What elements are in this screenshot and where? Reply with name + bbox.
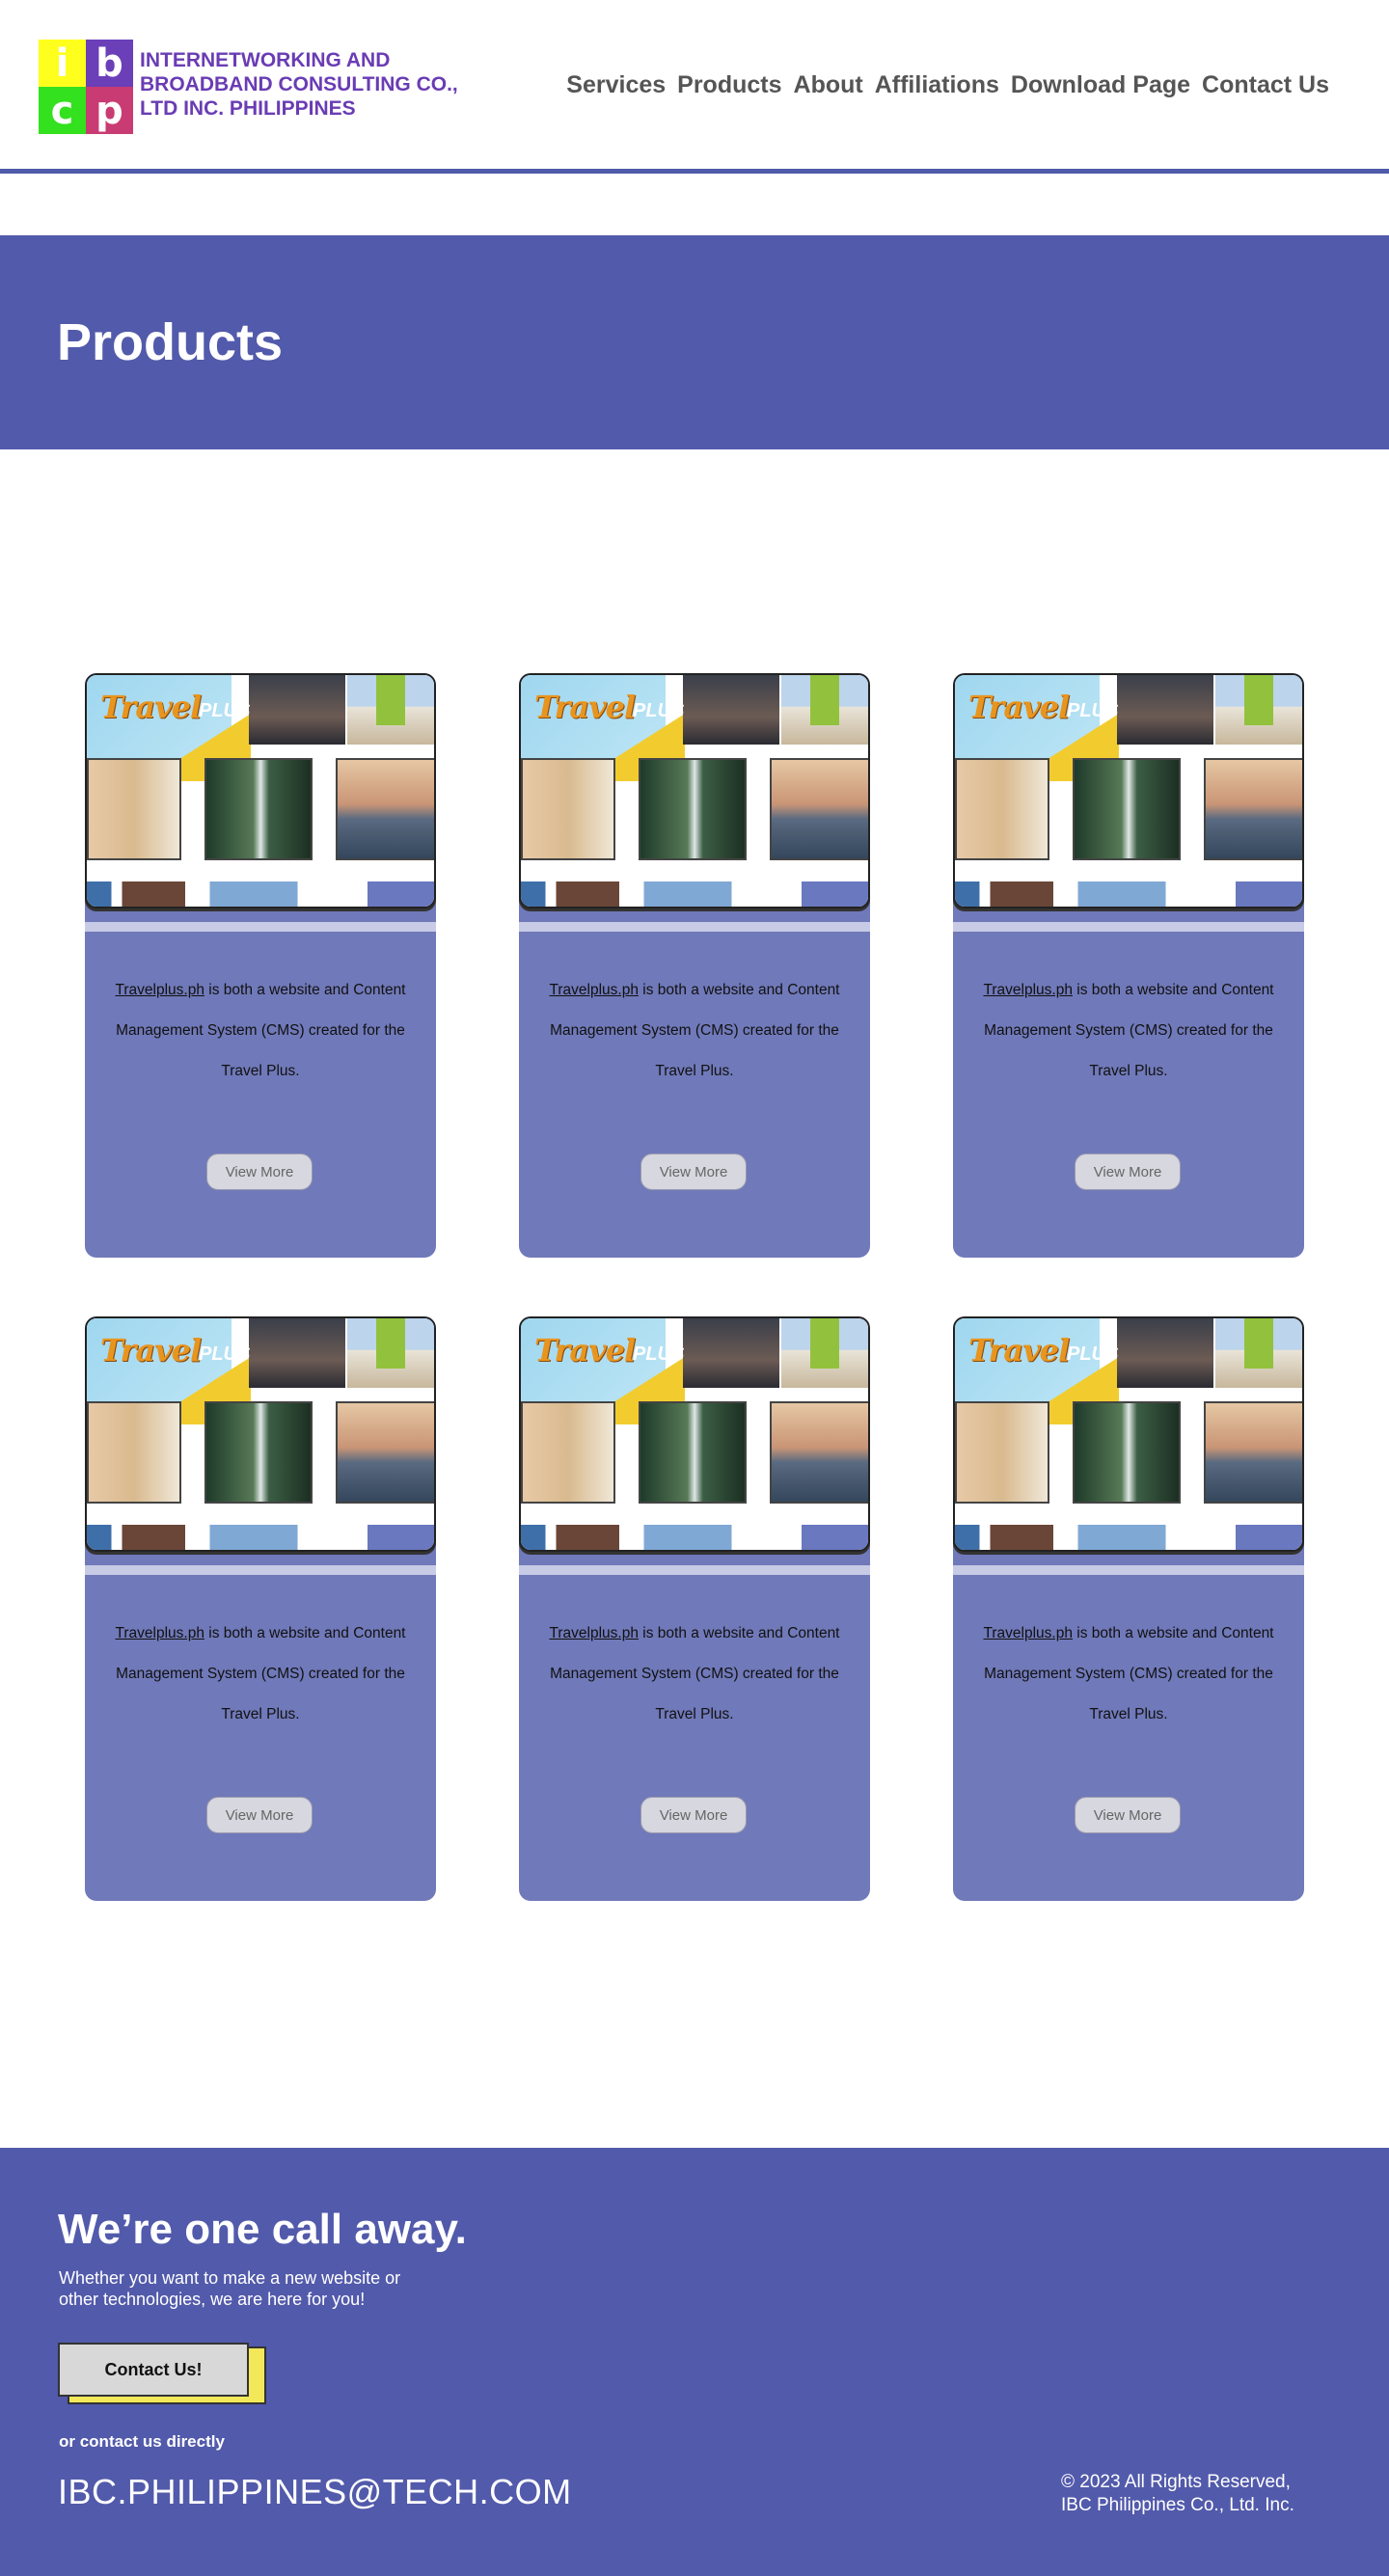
product-link[interactable]: Travelplus.ph	[983, 1625, 1072, 1641]
card-divider	[519, 1565, 870, 1575]
view-more-button[interactable]: View More	[1075, 1797, 1181, 1833]
copyright: © 2023 All Rights Reserved, IBC Philippi…	[1061, 2471, 1321, 2517]
copyright-line-1: © 2023 All Rights Reserved,	[1061, 2472, 1291, 2492]
contact-us-button[interactable]: Contact Us!	[58, 2343, 249, 2397]
product-card-2: Travel PLUS Travelplus.ph is both a webs…	[519, 673, 870, 1258]
product-thumbnail[interactable]: Travel PLUS	[953, 673, 1304, 908]
logo-letter-p: p	[86, 87, 133, 134]
travelplus-logo-text: Travel	[100, 1332, 202, 1369]
logo-letter-i: i	[39, 40, 86, 87]
nav-products[interactable]: Products	[677, 71, 781, 99]
travelplus-logo-text: Travel	[100, 689, 202, 725]
product-thumbnail[interactable]: Travel PLUS	[519, 1316, 870, 1552]
view-more-button[interactable]: View More	[206, 1153, 313, 1190]
card-divider	[519, 922, 870, 932]
product-description: Travelplus.ph is both a website and Cont…	[965, 970, 1293, 1092]
product-link[interactable]: Travelplus.ph	[115, 982, 204, 998]
product-link[interactable]: Travelplus.ph	[549, 1625, 638, 1641]
product-card-3: Travel PLUS Travelplus.ph is both a webs…	[953, 673, 1304, 1258]
main-nav: Services Products About Affiliations Dow…	[566, 71, 1329, 99]
product-description: Travelplus.ph is both a website and Cont…	[531, 970, 858, 1092]
product-description: Travelplus.ph is both a website and Cont…	[965, 1613, 1293, 1735]
travelplus-logo-text: Travel	[534, 1332, 636, 1369]
product-thumbnail[interactable]: Travel PLUS	[85, 673, 436, 908]
card-divider	[953, 1565, 1304, 1575]
copyright-line-2: IBC Philippines Co., Ltd. Inc.	[1061, 2495, 1294, 2515]
contact-email[interactable]: IBC.PHILIPPINES@TECH.COM	[58, 2472, 572, 2512]
card-divider	[85, 922, 436, 932]
nav-affiliations[interactable]: Affiliations	[875, 71, 999, 99]
view-more-button[interactable]: View More	[640, 1797, 747, 1833]
footer-subtext: Whether you want to make a new website o…	[59, 2268, 401, 2309]
travelplus-logo-plus: PLUS	[633, 700, 685, 721]
product-description: Travelplus.ph is both a website and Cont…	[96, 1613, 424, 1735]
product-card-1: Travel PLUS Travelplus.ph is both a webs…	[85, 673, 436, 1258]
site-footer: We’re one call away. Whether you want to…	[0, 2148, 1389, 2576]
card-divider	[85, 1565, 436, 1575]
travelplus-logo-plus: PLUS	[1067, 700, 1119, 721]
product-thumbnail[interactable]: Travel PLUS	[519, 673, 870, 908]
company-name: INTERNETWORKING AND BROADBAND CONSULTING…	[140, 49, 458, 120]
logo-letter-b: b	[86, 40, 133, 87]
product-card-5: Travel PLUS Travelplus.ph is both a webs…	[519, 1316, 870, 1901]
travelplus-logo-text: Travel	[968, 1332, 1070, 1369]
product-link[interactable]: Travelplus.ph	[549, 982, 638, 998]
footer-heading: We’re one call away.	[58, 2206, 467, 2253]
travelplus-logo-plus: PLUS	[1067, 1343, 1119, 1365]
travelplus-logo-plus: PLUS	[633, 1343, 685, 1365]
nav-download-page[interactable]: Download Page	[1011, 71, 1190, 99]
site-header: i b c p INTERNETWORKING AND BROADBAND CO…	[0, 0, 1389, 174]
or-contact-text: or contact us directly	[59, 2432, 225, 2451]
travelplus-logo-plus: PLUS	[199, 700, 251, 721]
nav-about[interactable]: About	[794, 71, 863, 99]
nav-contact-us[interactable]: Contact Us	[1202, 71, 1329, 99]
product-card-4: Travel PLUS Travelplus.ph is both a webs…	[85, 1316, 436, 1901]
view-more-button[interactable]: View More	[1075, 1153, 1181, 1190]
travelplus-logo-text: Travel	[534, 689, 636, 725]
nav-services[interactable]: Services	[566, 71, 666, 99]
ibcp-logo[interactable]: i b c p	[39, 40, 133, 134]
view-more-button[interactable]: View More	[640, 1153, 747, 1190]
product-description: Travelplus.ph is both a website and Cont…	[531, 1613, 858, 1735]
product-link[interactable]: Travelplus.ph	[983, 982, 1072, 998]
product-thumbnail[interactable]: Travel PLUS	[953, 1316, 1304, 1552]
page-hero: Products	[0, 235, 1389, 449]
travelplus-logo-text: Travel	[968, 689, 1070, 725]
product-description: Travelplus.ph is both a website and Cont…	[96, 970, 424, 1092]
card-divider	[953, 922, 1304, 932]
view-more-button[interactable]: View More	[206, 1797, 313, 1833]
logo-letter-c: c	[39, 87, 86, 134]
travelplus-logo-plus: PLUS	[199, 1343, 251, 1365]
product-card-6: Travel PLUS Travelplus.ph is both a webs…	[953, 1316, 1304, 1901]
product-link[interactable]: Travelplus.ph	[115, 1625, 204, 1641]
page-title: Products	[57, 313, 284, 371]
product-thumbnail[interactable]: Travel PLUS	[85, 1316, 436, 1552]
